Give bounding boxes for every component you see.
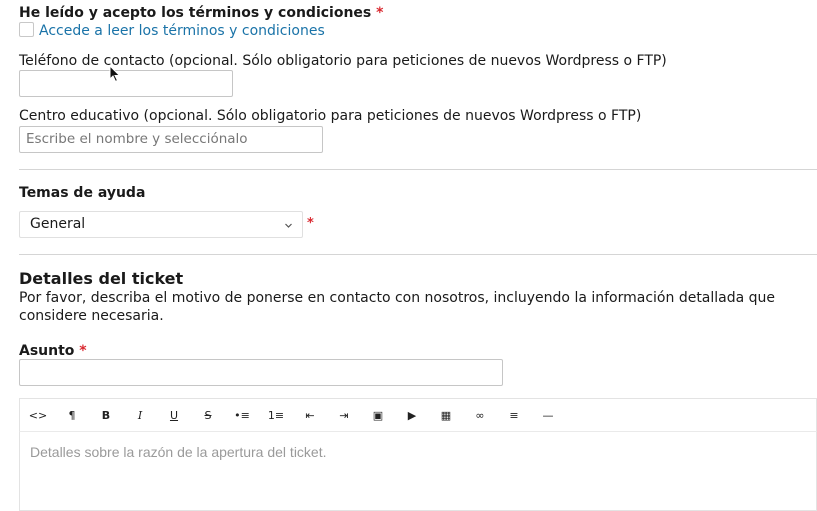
align-icon[interactable]: ≡ [502, 400, 526, 430]
divider [19, 169, 817, 170]
outdent-icon[interactable]: ⇤ [298, 400, 322, 430]
mouse-cursor-icon [109, 65, 121, 83]
video-icon[interactable]: ▶ [400, 400, 424, 430]
terms-label-row: He leído y acepto los términos y condici… [19, 5, 383, 21]
terms-label: He leído y acepto los términos y condici… [19, 5, 372, 21]
underline-icon[interactable]: U [162, 400, 186, 430]
editor-placeholder: Detalles sobre la razón de la apertura d… [30, 444, 327, 460]
chevron-down-icon [285, 223, 292, 228]
subject-label: Asunto [19, 343, 75, 359]
ticket-details-description: Por favor, describa el motivo de ponerse… [19, 290, 776, 324]
italic-icon[interactable]: I [128, 400, 152, 430]
horizontal-rule-icon[interactable]: — [536, 400, 560, 430]
editor-body[interactable]: Detalles sobre la razón de la apertura d… [19, 431, 817, 511]
code-view-icon[interactable]: <> [26, 400, 50, 430]
terms-checkbox[interactable] [19, 22, 34, 37]
divider [19, 254, 817, 255]
bold-icon[interactable]: B [94, 400, 118, 430]
numbered-list-icon[interactable]: 1≡ [264, 400, 288, 430]
required-asterisk: * [376, 5, 384, 21]
school-input[interactable]: Escribe el nombre y selecciónalo [19, 126, 323, 153]
strikethrough-icon[interactable]: S [196, 400, 220, 430]
paragraph-icon[interactable]: ¶ [60, 400, 84, 430]
required-asterisk: * [79, 343, 87, 359]
help-topics-select[interactable]: General [19, 211, 303, 238]
subject-label-row: Asunto * [19, 343, 87, 359]
link-icon[interactable]: ∞ [468, 400, 492, 430]
bulleted-list-icon[interactable]: •≡ [230, 400, 254, 430]
school-placeholder: Escribe el nombre y selecciónalo [26, 131, 248, 147]
required-asterisk: * [307, 216, 314, 231]
terms-link[interactable]: Accede a leer los términos y condiciones [39, 23, 325, 39]
editor-toolbar: <> ¶ B I U S •≡ 1≡ ⇤ ⇥ ▣ ▶ ▦ ∞ ≡ — [19, 398, 817, 431]
help-topics-label: Temas de ayuda [19, 185, 146, 201]
phone-input[interactable] [19, 70, 233, 97]
help-topics-selected: General [30, 216, 86, 232]
image-icon[interactable]: ▣ [366, 400, 390, 430]
ticket-details-title: Detalles del ticket [19, 269, 184, 288]
indent-icon[interactable]: ⇥ [332, 400, 356, 430]
subject-input[interactable] [19, 359, 503, 386]
table-icon[interactable]: ▦ [434, 400, 458, 430]
school-label: Centro educativo (opcional. Sólo obligat… [19, 108, 642, 124]
